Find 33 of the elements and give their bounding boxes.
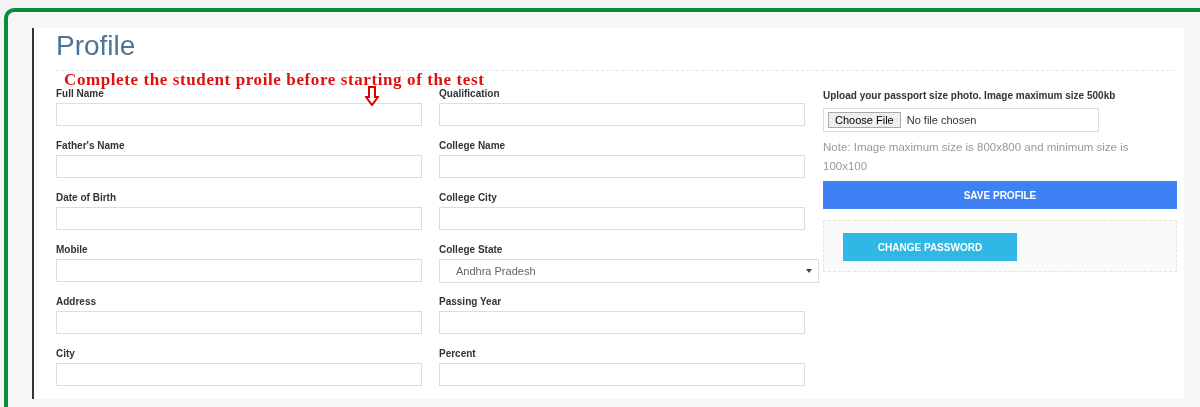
file-status: No file chosen (906, 114, 977, 126)
input-field[interactable] (56, 103, 422, 126)
field-label: Father's Name (56, 140, 125, 153)
input-field[interactable] (56, 259, 422, 282)
dropdown-field[interactable]: Andhra Pradesh (439, 259, 819, 283)
field-label: College State (439, 244, 503, 257)
input-field[interactable] (56, 155, 422, 178)
field-label: Date of Birth (56, 192, 116, 205)
save-profile-button[interactable]: SAVE PROFILE (823, 181, 1177, 209)
field-label: College City (439, 192, 497, 205)
file-input[interactable]: Choose File No file chosen (823, 108, 1099, 132)
field-label: Percent (439, 348, 476, 361)
input-field[interactable] (56, 311, 422, 334)
field-label: Passing Year (439, 296, 502, 309)
caret-icon (806, 269, 812, 273)
field-label: Mobile (56, 244, 88, 257)
input-field[interactable] (56, 363, 422, 386)
page-title: Profile (56, 29, 137, 62)
input-field[interactable] (439, 155, 805, 178)
input-field[interactable] (439, 363, 805, 386)
input-field[interactable] (439, 311, 805, 334)
field-label: Qualification (439, 88, 500, 101)
field-label: City (56, 348, 75, 361)
choose-file-button[interactable]: Choose File (828, 112, 901, 128)
field-label: Full Name (56, 88, 104, 101)
field-label: Address (56, 296, 96, 309)
input-field[interactable] (439, 103, 805, 126)
input-field[interactable] (439, 207, 805, 230)
upload-label: Upload your passport size photo. Image maximum size 500kb (823, 89, 1117, 103)
input-field[interactable] (56, 207, 422, 230)
instruction-text: Complete the student proile before starting of the test (64, 70, 485, 89)
note-text: Note: Image maximum size is 800x800 and minimum size is 100x100 (823, 140, 1130, 174)
field-label: College Name (439, 140, 506, 153)
